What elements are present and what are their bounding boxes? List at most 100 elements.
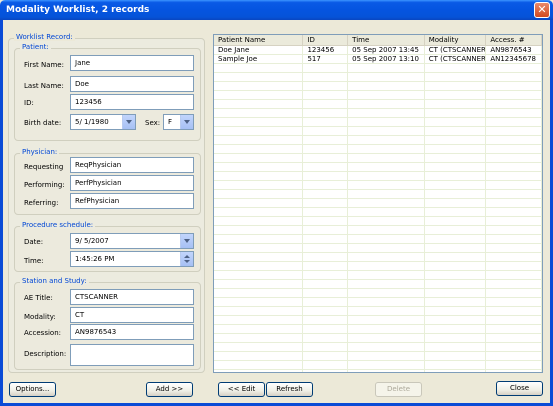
- schedule-time-value: 1:45:26 PM: [75, 255, 115, 263]
- empty-row: [214, 226, 542, 235]
- spin-up-icon[interactable]: [184, 255, 190, 258]
- options-button[interactable]: Options...: [9, 382, 56, 397]
- worklist-table[interactable]: Patient Name ID Time Modality Access. # …: [213, 34, 543, 373]
- empty-row: [214, 298, 542, 307]
- empty-cell: [303, 226, 349, 234]
- column-header-accession[interactable]: Access. #: [486, 35, 542, 45]
- empty-row: [214, 82, 542, 91]
- empty-cell: [425, 136, 487, 144]
- empty-cell: [214, 334, 304, 342]
- empty-cell: [303, 217, 349, 225]
- modality-field[interactable]: CT: [70, 307, 194, 323]
- empty-cell: [486, 118, 542, 126]
- edit-button[interactable]: << Edit: [218, 382, 265, 397]
- empty-cell: [303, 307, 349, 315]
- empty-cell: [425, 352, 487, 360]
- worklist-record-title: Worklist Record:: [14, 33, 75, 41]
- empty-cell: [486, 253, 542, 261]
- empty-cell: [214, 64, 304, 72]
- birth-date-picker[interactable]: 5/ 1/1980: [70, 114, 136, 130]
- empty-cell: [303, 100, 349, 108]
- accession-label: Accession:: [24, 329, 61, 337]
- requesting-physician-field[interactable]: ReqPhysician: [70, 157, 194, 173]
- empty-row: [214, 118, 542, 127]
- empty-cell: [303, 244, 349, 252]
- empty-row: [214, 64, 542, 73]
- table-cell: Doe Jane: [214, 46, 304, 54]
- empty-cell: [303, 262, 349, 270]
- last-name-field[interactable]: Doe: [70, 76, 194, 92]
- column-header-modality[interactable]: Modality: [425, 35, 487, 45]
- procedure-schedule-title: Procedure schedule:: [20, 221, 96, 229]
- empty-cell: [486, 91, 542, 99]
- column-header-time[interactable]: Time: [348, 35, 425, 45]
- add-button[interactable]: Add >>: [146, 382, 193, 397]
- empty-row: [214, 316, 542, 325]
- empty-cell: [348, 325, 425, 333]
- schedule-date-picker[interactable]: 9/ 5/2007: [70, 233, 194, 249]
- empty-row: [214, 352, 542, 361]
- accession-field[interactable]: AN9876543: [70, 324, 194, 340]
- description-label: Description:: [24, 350, 67, 358]
- empty-cell: [348, 298, 425, 306]
- chevron-down-icon: [184, 239, 190, 243]
- empty-row: [214, 199, 542, 208]
- close-button[interactable]: Close: [496, 381, 543, 396]
- column-header-patient-name[interactable]: Patient Name: [214, 35, 304, 45]
- description-field[interactable]: [70, 344, 194, 366]
- window-title: Modality Worklist, 2 records: [6, 5, 150, 15]
- time-spinner-icon[interactable]: [180, 252, 193, 266]
- empty-cell: [486, 361, 542, 369]
- table-row[interactable]: Sample Joe 517 05 Sep 2007 13:10 CT (CTS…: [214, 55, 542, 64]
- schedule-date-dropdown-icon[interactable]: [180, 234, 193, 248]
- empty-cell: [348, 154, 425, 162]
- empty-cell: [425, 208, 487, 216]
- ae-title-field[interactable]: CTSCANNER: [70, 289, 194, 305]
- empty-cell: [425, 109, 487, 117]
- first-name-field[interactable]: Jane: [70, 55, 194, 71]
- empty-cell: [303, 127, 349, 135]
- schedule-date-label: Date:: [24, 238, 44, 246]
- refresh-button[interactable]: Refresh: [266, 382, 313, 397]
- empty-row: [214, 334, 542, 343]
- column-header-id[interactable]: ID: [303, 35, 349, 45]
- empty-cell: [486, 307, 542, 315]
- empty-cell: [348, 118, 425, 126]
- empty-cell: [348, 262, 425, 270]
- window-close-icon[interactable]: ✕: [534, 2, 550, 18]
- sex-select[interactable]: F: [163, 114, 194, 130]
- performing-physician-field[interactable]: PerfPhysician: [70, 175, 194, 191]
- chevron-down-icon: [184, 120, 190, 124]
- empty-cell: [425, 127, 487, 135]
- empty-row: [214, 109, 542, 118]
- empty-cell: [214, 352, 304, 360]
- empty-cell: [425, 154, 487, 162]
- empty-row: [214, 145, 542, 154]
- schedule-date-value: 9/ 5/2007: [75, 237, 109, 245]
- last-name-label: Last Name:: [24, 82, 64, 90]
- empty-cell: [348, 217, 425, 225]
- birth-date-dropdown-icon[interactable]: [122, 115, 135, 129]
- delete-button[interactable]: Delete: [375, 382, 422, 397]
- empty-cell: [425, 199, 487, 207]
- empty-cell: [348, 370, 425, 372]
- empty-cell: [348, 361, 425, 369]
- referring-physician-field[interactable]: RefPhysician: [70, 193, 194, 209]
- empty-cell: [425, 289, 487, 297]
- performing-label: Performing:: [24, 181, 65, 189]
- empty-cell: [214, 118, 304, 126]
- empty-cell: [486, 271, 542, 279]
- sex-dropdown-icon[interactable]: [180, 115, 193, 129]
- empty-cell: [303, 163, 349, 171]
- empty-cell: [214, 82, 304, 90]
- empty-cell: [486, 181, 542, 189]
- empty-cell: [303, 172, 349, 180]
- empty-cell: [486, 343, 542, 351]
- table-row[interactable]: Doe Jane 123456 05 Sep 2007 13:45 CT (CT…: [214, 46, 542, 55]
- empty-cell: [425, 343, 487, 351]
- patient-id-field[interactable]: 123456: [70, 94, 194, 110]
- spin-down-icon[interactable]: [184, 260, 190, 263]
- empty-cell: [214, 127, 304, 135]
- empty-cell: [348, 271, 425, 279]
- schedule-time-spinner[interactable]: 1:45:26 PM: [70, 251, 194, 267]
